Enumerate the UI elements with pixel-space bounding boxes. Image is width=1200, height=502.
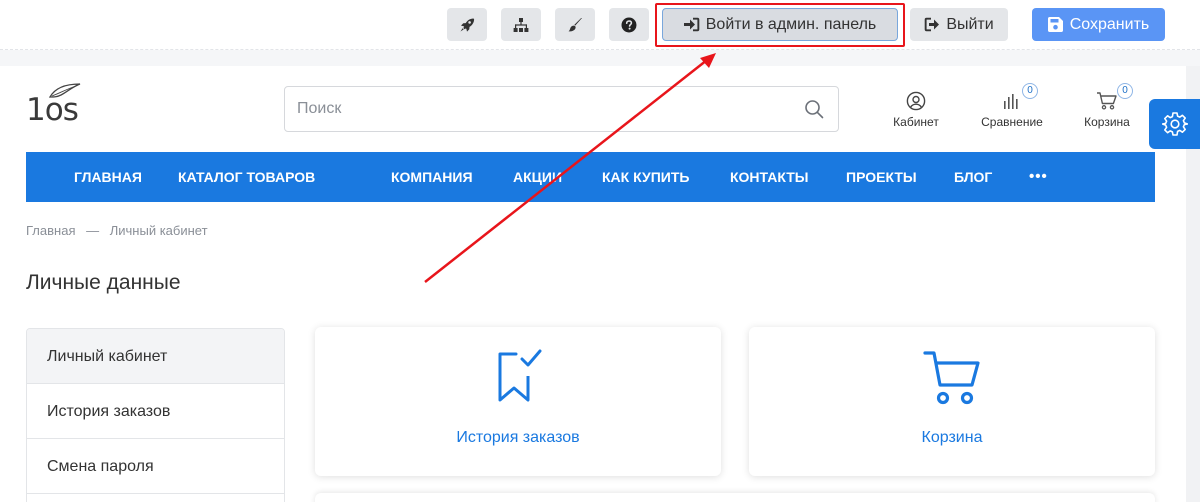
- admin-toolbar: [0, 0, 1200, 50]
- cart-card[interactable]: Корзина: [749, 327, 1155, 476]
- nav-item-company[interactable]: КОМПАНИЯ: [391, 152, 473, 202]
- logo-text: 1os: [26, 92, 79, 128]
- nav-item-home[interactable]: ГЛАВНАЯ: [74, 152, 142, 202]
- cart-label: Корзина: [1084, 115, 1130, 129]
- gear-icon: [1161, 112, 1188, 136]
- user-circle-icon: [906, 91, 926, 111]
- nav-item-blog[interactable]: БЛОГ: [954, 152, 992, 202]
- cabinet-label: Кабинет: [893, 115, 939, 129]
- sitemap-button[interactable]: [501, 8, 541, 41]
- save-button[interactable]: Сохранить: [1032, 8, 1165, 41]
- cart-card-label: Корзина: [921, 429, 983, 446]
- compare-label: Сравнение: [981, 115, 1043, 129]
- breadcrumb: Главная — Личный кабинет: [26, 223, 215, 238]
- bookmark-check-icon: [498, 349, 542, 402]
- breadcrumb-current: Личный кабинет: [109, 223, 208, 238]
- admin-panel-button[interactable]: Войти в админ. панель: [662, 8, 898, 41]
- cart-icon: [1097, 92, 1117, 110]
- search-box: [284, 86, 839, 132]
- cart-count-badge: 0: [1117, 83, 1133, 99]
- rocket-button[interactable]: [447, 8, 487, 41]
- next-card-row: [315, 493, 1155, 502]
- order-history-card[interactable]: История заказов: [315, 327, 721, 476]
- compare-link[interactable]: 0 Сравнение: [972, 83, 1052, 134]
- sidebar-item-order-history[interactable]: История заказов: [27, 384, 284, 439]
- search-input[interactable]: [297, 87, 797, 131]
- cart-icon: [923, 351, 980, 405]
- sign-in-icon: [683, 17, 700, 32]
- breadcrumb-home[interactable]: Главная: [26, 223, 75, 238]
- settings-button[interactable]: [1149, 99, 1200, 149]
- nav-item-projects[interactable]: ПРОЕКТЫ: [846, 152, 917, 202]
- bar-chart-icon: [1004, 94, 1018, 109]
- sidebar-item-change-password[interactable]: Смена пароля: [27, 439, 284, 494]
- brush-icon: [568, 17, 582, 31]
- cart-link[interactable]: 0 Корзина: [1067, 83, 1147, 134]
- floppy-disk-icon: [1047, 17, 1063, 32]
- help-button[interactable]: [609, 8, 649, 41]
- rocket-icon: [460, 18, 475, 32]
- breadcrumb-separator: —: [86, 223, 100, 238]
- account-sidebar: Личный кабинет История заказов Смена пар…: [26, 328, 285, 502]
- sidebar-item-cabinet[interactable]: Личный кабинет: [27, 329, 284, 384]
- nav-more-button[interactable]: •••: [1029, 152, 1048, 202]
- cabinet-link[interactable]: Кабинет: [876, 90, 956, 134]
- nav-item-promos[interactable]: АКЦИИ: [513, 152, 562, 202]
- question-icon: [621, 17, 637, 32]
- search-icon[interactable]: [804, 99, 824, 119]
- nav-item-how-to-buy[interactable]: КАК КУПИТЬ: [602, 152, 689, 202]
- sign-out-icon: [925, 17, 940, 32]
- order-history-card-label: История заказов: [456, 429, 580, 446]
- site-logo[interactable]: 1os: [26, 82, 82, 134]
- page-title: Личные данные: [26, 271, 181, 294]
- nav-item-catalog[interactable]: КАТАЛОГ ТОВАРОВ: [178, 152, 315, 202]
- main-nav: ГЛАВНАЯ КАТАЛОГ ТОВАРОВ КОМПАНИЯ АКЦИИ К…: [26, 152, 1155, 202]
- nav-item-contacts[interactable]: КОНТАКТЫ: [730, 152, 808, 202]
- save-label: Сохранить: [1069, 15, 1150, 33]
- sitemap-icon: [513, 17, 529, 32]
- compare-count-badge: 0: [1022, 83, 1038, 99]
- exit-button[interactable]: Выйти: [910, 8, 1008, 41]
- admin-panel-label: Войти в админ. панель: [705, 15, 877, 33]
- brush-button[interactable]: [555, 8, 595, 41]
- exit-label: Выйти: [946, 15, 994, 33]
